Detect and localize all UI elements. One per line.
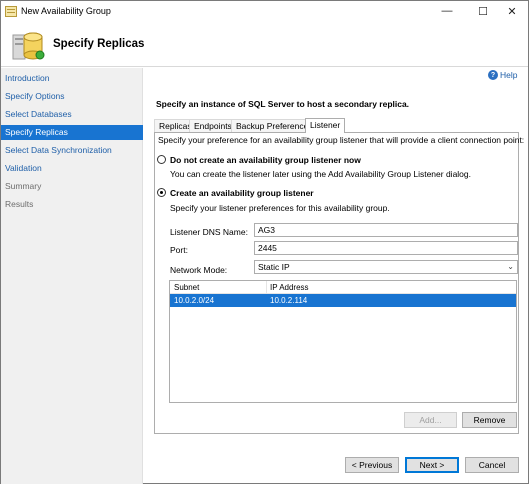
- maximize-button[interactable]: ☐: [467, 1, 499, 21]
- create-listener-description: Specify your listener preferences for th…: [170, 203, 390, 213]
- sidebar-item-specify-replicas[interactable]: Specify Replicas: [1, 125, 143, 140]
- close-button[interactable]: ✕: [496, 1, 528, 21]
- row-ip-cell: 10.0.2.114: [270, 296, 308, 305]
- add-button[interactable]: Add...: [404, 412, 457, 428]
- no-listener-label[interactable]: Do not create an availability group list…: [170, 155, 361, 165]
- title-bar: New Availability Group — ☐ ✕: [1, 1, 528, 23]
- dialog-window: New Availability Group — ☐ ✕ Specify Rep…: [0, 0, 529, 484]
- row-subnet-cell: 10.0.2.0/24: [174, 296, 215, 305]
- sidebar-item-summary: Summary: [5, 181, 42, 191]
- previous-button[interactable]: < Previous: [345, 457, 399, 473]
- create-listener-label[interactable]: Create an availability group listener: [170, 188, 314, 198]
- page-title: Specify Replicas: [53, 38, 145, 50]
- network-mode-select[interactable]: Static IP ⌄: [254, 260, 518, 274]
- dns-name-label: Listener DNS Name:: [170, 227, 248, 237]
- grid-header-subnet[interactable]: Subnet: [170, 281, 199, 294]
- wizard-sidebar: Introduction Specify Options Select Data…: [1, 68, 143, 484]
- database-server-icon: [12, 32, 45, 60]
- port-label: Port:: [170, 245, 188, 255]
- dns-name-input[interactable]: AG3: [254, 223, 518, 237]
- minimize-button[interactable]: —: [431, 1, 463, 21]
- help-label: Help: [500, 70, 518, 80]
- sidebar-item-select-databases[interactable]: Select Databases: [1, 107, 143, 122]
- grid-header-ip-address[interactable]: IP Address: [266, 281, 309, 294]
- subnet-ip-grid: Subnet IP Address 10.0.2.0/24 10.0.2.114: [169, 280, 517, 403]
- next-button[interactable]: Next >: [405, 457, 459, 473]
- remove-button[interactable]: Remove: [462, 412, 517, 428]
- no-listener-description: You can create the listener later using …: [170, 169, 471, 179]
- create-listener-radio[interactable]: [157, 188, 166, 197]
- sidebar-item-select-data-synchronization[interactable]: Select Data Synchronization: [1, 143, 143, 158]
- listener-intro-text: Specify your preference for an availabil…: [158, 135, 525, 145]
- port-input[interactable]: 2445: [254, 241, 518, 255]
- tab-listener[interactable]: Listener: [305, 118, 346, 133]
- help-icon: ?: [488, 70, 498, 80]
- app-icon: [5, 6, 17, 17]
- window-title: New Availability Group: [21, 6, 111, 16]
- no-listener-radio[interactable]: [157, 155, 166, 164]
- cancel-button[interactable]: Cancel: [465, 457, 519, 473]
- sidebar-item-introduction[interactable]: Introduction: [1, 71, 143, 86]
- page-header: Specify Replicas: [1, 23, 528, 67]
- network-mode-label: Network Mode:: [170, 265, 228, 275]
- help-link[interactable]: ? Help: [488, 70, 517, 80]
- network-mode-value: Static IP: [258, 262, 290, 272]
- table-row[interactable]: 10.0.2.0/24 10.0.2.114: [170, 294, 516, 307]
- chevron-down-icon: ⌄: [507, 262, 514, 271]
- sidebar-item-specify-options[interactable]: Specify Options: [1, 89, 143, 104]
- sidebar-item-results: Results: [5, 199, 34, 209]
- tab-endpoints[interactable]: Endpoints: [189, 119, 237, 132]
- grid-header: Subnet IP Address: [170, 281, 516, 294]
- sidebar-item-validation[interactable]: Validation: [1, 161, 143, 176]
- instruction-text: Specify an instance of SQL Server to hos…: [156, 99, 410, 109]
